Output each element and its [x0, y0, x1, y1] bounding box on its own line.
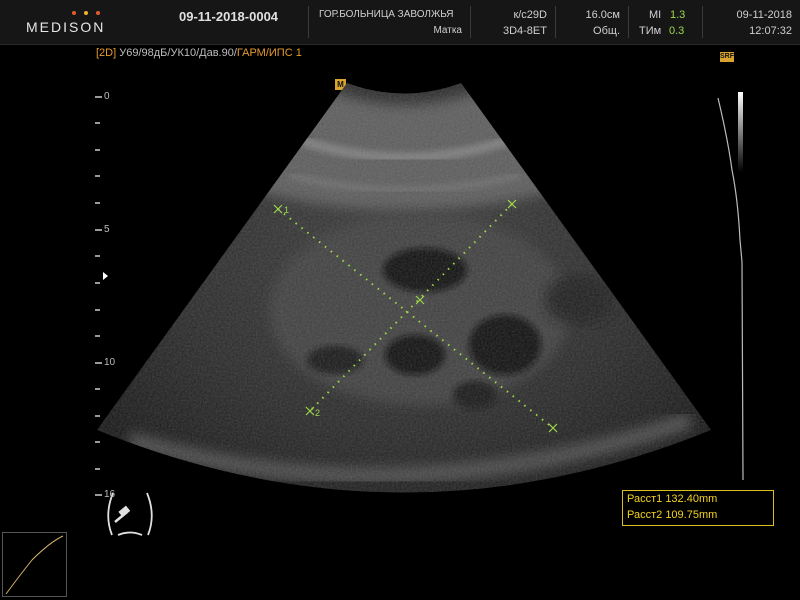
depth-label-16: 16	[104, 489, 116, 500]
measurement-2: Расст2 109.75mm	[627, 509, 718, 521]
focus-marker-icon[interactable]	[103, 272, 108, 280]
measurement-1: Расст1 132.40mm	[627, 493, 718, 505]
depth-label-0: 0	[104, 91, 110, 102]
grayscale-bar-icon	[738, 92, 743, 172]
measurement-results: Расст1 132.40mm Расст2 109.75mm	[622, 490, 774, 526]
caliper-1-label: 1	[284, 205, 289, 215]
depth-label-10: 10	[104, 357, 116, 368]
caliper-2-label: 2	[315, 408, 320, 418]
gain-curve-box	[2, 532, 67, 597]
depth-label-5: 5	[104, 224, 110, 235]
